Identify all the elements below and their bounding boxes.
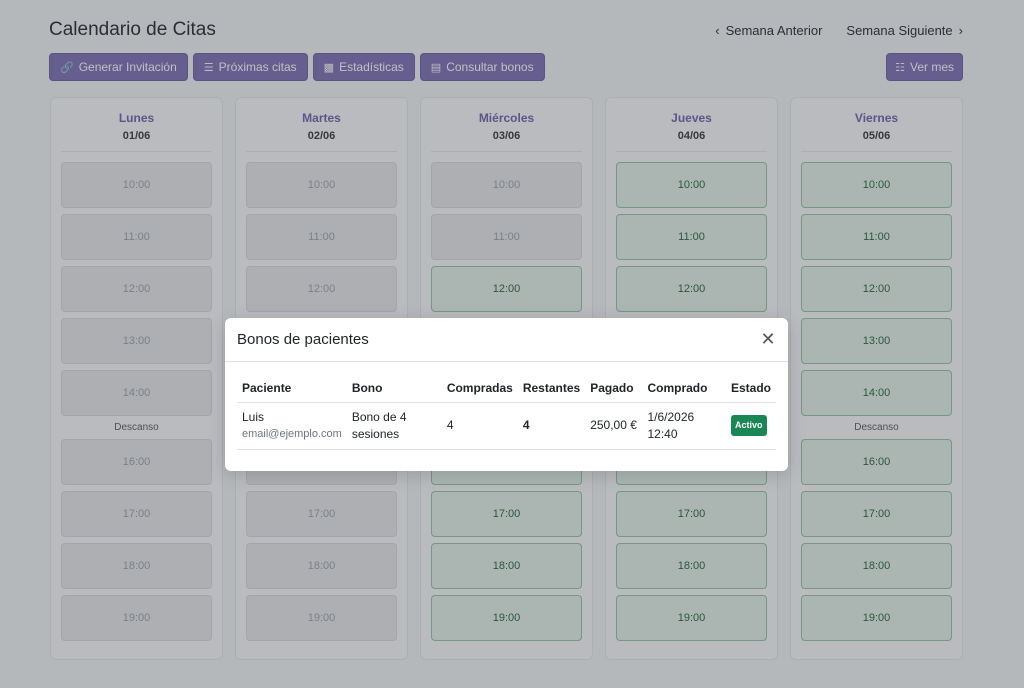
patient-email: email@ejemplo.com	[242, 427, 342, 440]
column-header-paciente: Paciente	[237, 374, 347, 403]
table-header-row: Paciente Bono Compradas Restantes Pagado…	[237, 374, 776, 403]
remaining-cell: 4	[517, 402, 586, 450]
modal-header: Bonos de pacientes ✕	[225, 318, 788, 362]
close-icon[interactable]: ✕	[759, 329, 777, 350]
column-header-estado: Estado	[725, 374, 776, 403]
bono-cell: Bono de 4 sesiones	[346, 402, 442, 450]
modal-body: Paciente Bono Compradas Restantes Pagado…	[225, 362, 788, 450]
patient-cell: Luis email@ejemplo.com	[237, 402, 347, 450]
column-header-restantes: Restantes	[517, 374, 586, 403]
patient-name: Luis	[242, 409, 265, 424]
table-row: Luis email@ejemplo.com Bono de 4 sesione…	[237, 402, 776, 450]
purchase-date-cell: 1/6/2026 12:40	[642, 402, 726, 450]
column-header-compradas: Compradas	[441, 374, 518, 403]
modal-title: Bonos de pacientes	[237, 331, 369, 348]
status-badge: Activo	[730, 415, 767, 436]
status-cell: Activo	[725, 402, 776, 450]
bonos-modal: Bonos de pacientes ✕ Paciente Bono Compr…	[225, 318, 788, 471]
column-header-bono: Bono	[346, 374, 442, 403]
paid-cell: 250,00 €	[585, 402, 643, 450]
bonos-table: Paciente Bono Compradas Restantes Pagado…	[237, 374, 776, 450]
purchased-cell: 4	[441, 402, 518, 450]
column-header-pagado: Pagado	[585, 374, 643, 403]
column-header-comprado: Comprado	[642, 374, 726, 403]
